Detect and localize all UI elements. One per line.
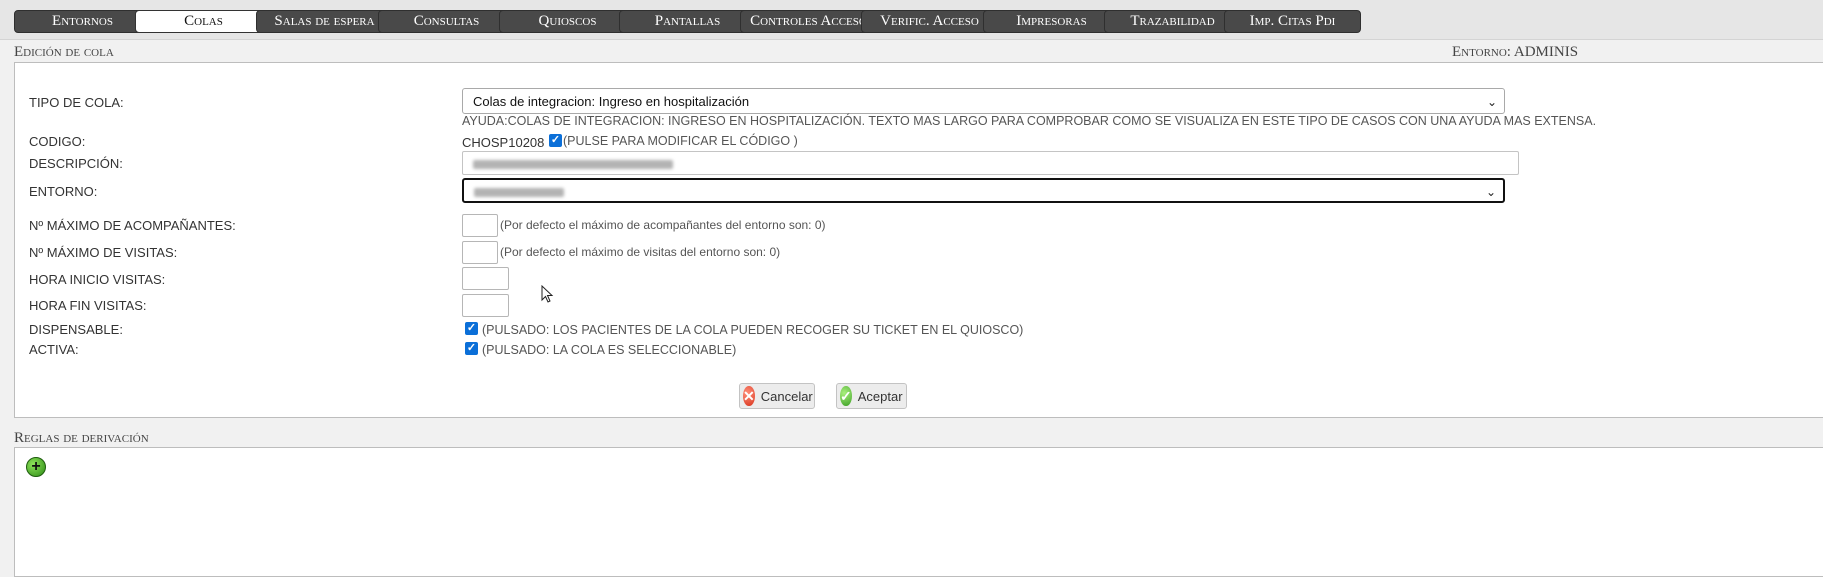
tab-verific-acceso[interactable]: Verific. Acceso — [861, 10, 998, 33]
hora-inicio-input[interactable] — [462, 267, 509, 290]
accept-button[interactable]: ✓ Aceptar — [836, 383, 907, 409]
entorno-select[interactable]: ⌄ — [462, 178, 1505, 203]
mouse-cursor-icon — [541, 285, 554, 303]
section-title-reglas: Reglas de derivación — [14, 430, 149, 446]
dispensable-checkbox[interactable]: ✓ — [465, 322, 478, 335]
chevron-down-icon: ⌄ — [1486, 95, 1497, 109]
reglas-panel — [14, 447, 1823, 577]
max-visitas-label: Nº MÁXIMO DE VISITAS: — [29, 245, 178, 260]
accept-label: Aceptar — [857, 388, 903, 404]
max-acompanantes-input[interactable] — [462, 214, 498, 237]
section-title-edicion: Edición de cola — [14, 44, 114, 60]
entorno-label: ENTORNO: — [29, 184, 98, 199]
tab-trazabilidad[interactable]: Trazabilidad — [1104, 10, 1241, 33]
accept-icon: ✓ — [840, 386, 852, 406]
codigo-checkbox-text: (PULSE PARA MODIFICAR EL CÓDIGO ) — [563, 134, 798, 148]
tab-imp-citas-pdi[interactable]: Imp. Citas Pdi — [1224, 10, 1361, 33]
checkmark-icon: ✓ — [466, 322, 477, 334]
tab-entornos[interactable]: Entornos — [14, 10, 151, 33]
redacted-text — [474, 188, 564, 198]
cancel-label: Cancelar — [760, 388, 813, 404]
entorno-header: Entorno: ADMINIS — [1452, 44, 1579, 60]
hora-fin-label: HORA FIN VISITAS: — [29, 298, 147, 313]
redacted-text — [473, 160, 673, 170]
descripcion-input[interactable] — [462, 151, 1519, 175]
tab-impresoras[interactable]: Impresoras — [983, 10, 1120, 33]
cancel-icon: ✕ — [743, 386, 755, 406]
tab-controles-acceso[interactable]: Controles Acceso — [740, 10, 877, 33]
tipo-cola-help: AYUDA:COLAS DE INTEGRACION: INGRESO EN H… — [462, 114, 1597, 128]
tab-colas[interactable]: Colas — [135, 10, 272, 33]
checkmark-icon: ✓ — [466, 342, 477, 354]
tab-quioscos[interactable]: Quioscos — [499, 10, 636, 33]
add-icon[interactable]: + — [26, 457, 46, 477]
max-acompanantes-label: Nº MÁXIMO DE ACOMPAÑANTES: — [29, 218, 236, 233]
max-visitas-help: (Por defecto el máximo de visitas del en… — [500, 245, 781, 259]
tipo-cola-label: TIPO DE COLA: — [29, 95, 124, 110]
hora-fin-input[interactable] — [462, 294, 509, 317]
chevron-down-icon: ⌄ — [1485, 185, 1496, 199]
hora-inicio-label: HORA INICIO VISITAS: — [29, 272, 166, 287]
descripcion-label: DESCRIPCIÓN: — [29, 156, 123, 171]
tab-pantallas[interactable]: Pantallas — [619, 10, 756, 33]
codigo-value: CHOSP10208 — [462, 135, 545, 150]
codigo-modify-checkbox[interactable]: ✓ — [549, 134, 562, 147]
max-visitas-input[interactable] — [462, 241, 498, 264]
dispensable-label: DISPENSABLE: — [29, 322, 123, 337]
activa-text: (PULSADO: LA COLA ES SELECCIONABLE) — [482, 343, 737, 357]
activa-label: ACTIVA: — [29, 342, 79, 357]
tipo-cola-select[interactable]: Colas de integracion: Ingreso en hospita… — [462, 88, 1505, 114]
top-nav-tabbar: Entornos Colas Salas de espera Consultas… — [0, 0, 1823, 40]
activa-checkbox[interactable]: ✓ — [465, 342, 478, 355]
tab-salas-espera[interactable]: Salas de espera — [256, 10, 393, 33]
tab-consultas[interactable]: Consultas — [378, 10, 515, 33]
checkmark-icon: ✓ — [550, 134, 561, 146]
dispensable-text: (PULSADO: LOS PACIENTES DE LA COLA PUEDE… — [482, 323, 1024, 337]
codigo-label: CODIGO: — [29, 134, 86, 149]
max-acompanantes-help: (Por defecto el máximo de acompañantes d… — [500, 218, 826, 232]
tipo-cola-value: Colas de integracion: Ingreso en hospita… — [473, 94, 750, 109]
cancel-button[interactable]: ✕ Cancelar — [739, 383, 815, 409]
